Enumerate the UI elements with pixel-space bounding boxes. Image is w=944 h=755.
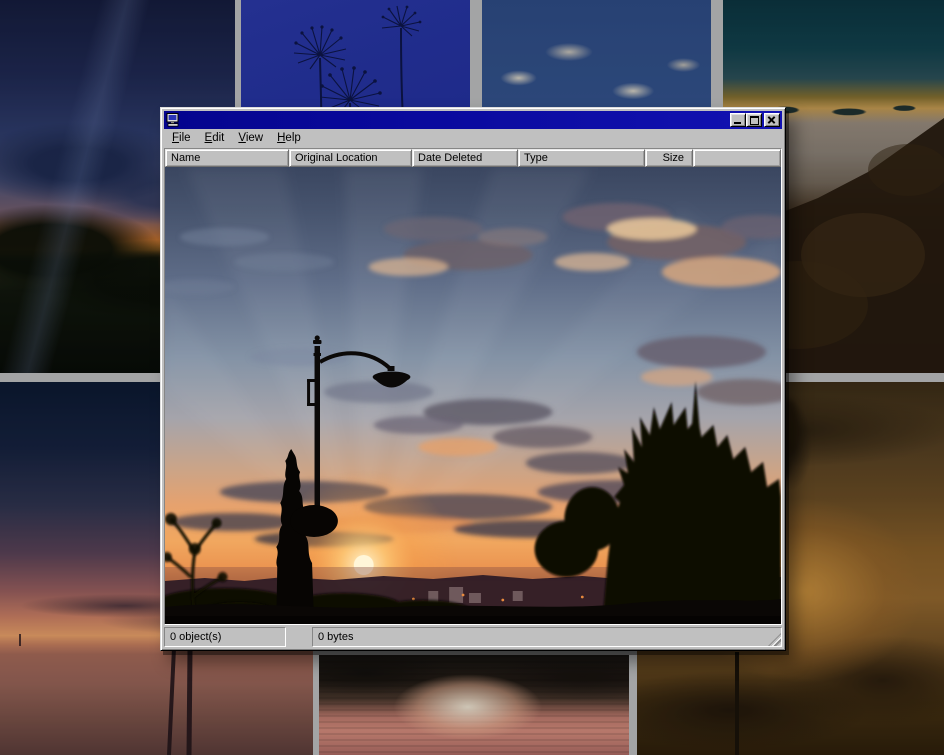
close-icon	[767, 116, 777, 125]
minimize-icon	[734, 122, 741, 124]
column-header-original-location[interactable]: Original Location	[289, 149, 412, 167]
status-size-text: 0 bytes	[318, 631, 353, 643]
wallpaper-photo-water-reflection	[319, 655, 629, 755]
status-size: 0 bytes	[312, 627, 782, 647]
menu-bar: FileEditViewHelp	[164, 129, 782, 148]
list-view[interactable]: NameOriginal LocationDate DeletedTypeSiz…	[164, 148, 782, 625]
computer-icon	[166, 113, 180, 127]
sunset-streetlamp-photo	[165, 167, 781, 624]
folder-background-photo	[165, 167, 781, 624]
recycle-bin-window: FileEditViewHelp NameOriginal LocationDa…	[160, 107, 786, 651]
column-header-size[interactable]: Size	[645, 149, 693, 167]
resize-grip[interactable]	[768, 633, 781, 646]
maximize-icon	[750, 116, 759, 125]
status-bar: 0 object(s) 0 bytes	[164, 627, 782, 647]
title-bar[interactable]	[164, 111, 782, 129]
column-header-date-deleted[interactable]: Date Deleted	[412, 149, 518, 167]
menu-help[interactable]: Help	[270, 129, 308, 148]
menu-file[interactable]: File	[165, 129, 198, 148]
window-controls	[730, 113, 780, 127]
close-button[interactable]	[764, 113, 780, 127]
status-spacer	[286, 627, 312, 647]
menu-view[interactable]: View	[231, 129, 270, 148]
status-objects: 0 object(s)	[164, 627, 286, 647]
column-header-blank[interactable]	[693, 149, 781, 167]
column-headers: NameOriginal LocationDate DeletedTypeSiz…	[165, 149, 781, 167]
maximize-button[interactable]	[746, 113, 762, 127]
column-header-type[interactable]: Type	[518, 149, 645, 167]
minimize-button[interactable]	[730, 113, 746, 127]
menu-edit[interactable]: Edit	[198, 129, 232, 148]
column-header-name[interactable]: Name	[165, 149, 289, 167]
